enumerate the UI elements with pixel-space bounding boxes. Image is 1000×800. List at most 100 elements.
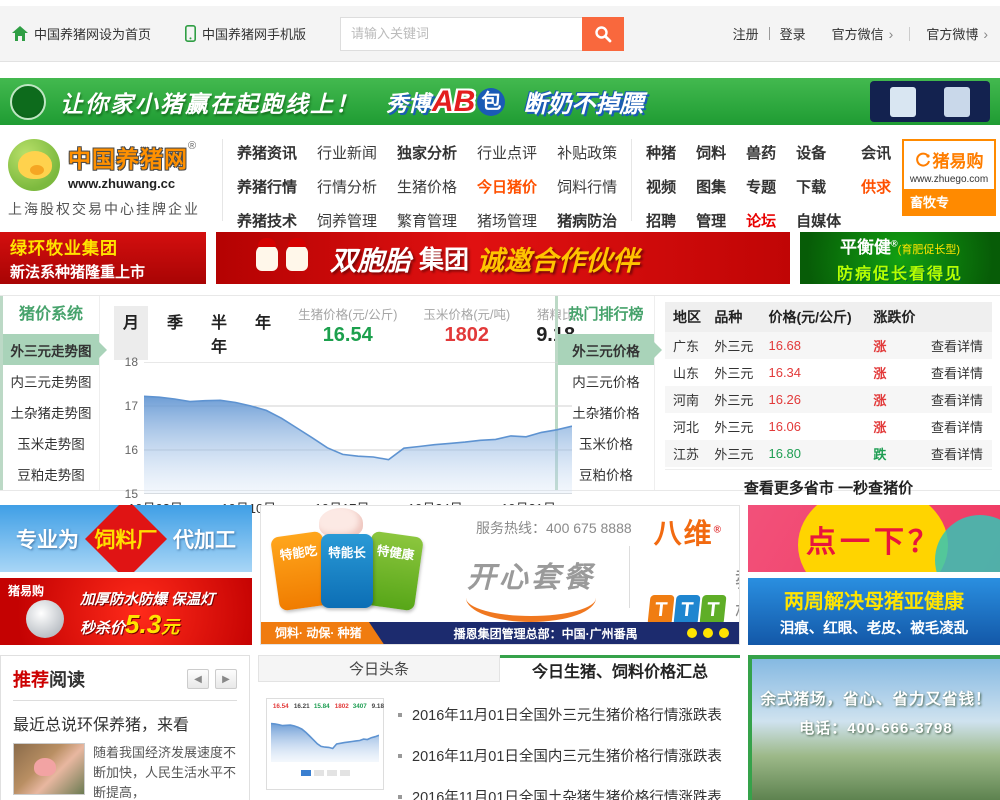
nav-link-item[interactable]: 会讯 xyxy=(861,142,891,163)
lvhuan-ad[interactable]: 绿环牧业集团 新法系种猪隆重上市 xyxy=(0,232,206,284)
tab-today-headlines[interactable]: 今日头条 xyxy=(258,655,500,682)
nav-link-item[interactable]: 自媒体 xyxy=(796,210,841,231)
y-axis-labels: 18 17 16 15 xyxy=(116,355,140,501)
view-detail-link[interactable]: 查看详情 xyxy=(931,366,983,381)
click-here-ad[interactable]: 点一下？ xyxy=(748,505,1000,572)
cell-link: 查看详情 xyxy=(922,440,992,467)
login-link[interactable]: 登录 xyxy=(780,24,806,43)
weibo-link[interactable]: 官方微博 › xyxy=(926,24,988,43)
nav-link-item[interactable]: 饲料行情 xyxy=(557,176,617,197)
nav-link-item[interactable]: 设备 xyxy=(796,142,841,163)
tab-price-summary[interactable]: 今日生猪、饲料价格汇总 xyxy=(500,655,740,682)
view-detail-link[interactable]: 查看详情 xyxy=(931,420,983,435)
nav-link-item[interactable]: 专题 xyxy=(746,176,776,197)
nav-link-item[interactable]: 招聘 xyxy=(646,210,676,231)
nav-link-item[interactable]: 种猪 xyxy=(646,142,676,163)
nav-link-item[interactable]: 猪场管理 xyxy=(477,210,537,231)
register-link[interactable]: 注册 xyxy=(733,24,759,43)
search-button[interactable] xyxy=(582,16,625,51)
stat-value: 16.54 xyxy=(322,324,373,346)
nav-link-item[interactable]: 管理 xyxy=(696,210,726,231)
nav-link-item[interactable]: 饲养管理 xyxy=(317,210,377,231)
nav-link-item[interactable]: 下载 xyxy=(796,176,841,197)
nav-link-item[interactable]: 猪病防治 xyxy=(557,210,617,231)
view-detail-link[interactable]: 查看详情 xyxy=(931,393,983,408)
article-title-link[interactable]: 最近总说环保养猪，来看 xyxy=(13,711,237,735)
nav-link-item[interactable]: 饲料 xyxy=(696,142,726,163)
nav-link-item[interactable]: 养猪行情 xyxy=(237,176,297,197)
chart-tab[interactable]: 年 xyxy=(246,306,280,360)
cell-price-value: 16.26 xyxy=(768,392,802,407)
nav-link-item[interactable]: 兽药 xyxy=(746,142,776,163)
chart-tab[interactable]: 季 xyxy=(158,306,192,360)
nav-link-item[interactable]: 补贴政策 xyxy=(557,142,617,163)
zhuego-shop-box[interactable]: 猪易购 www.zhuego.com 畜牧专 xyxy=(902,139,996,216)
mini-stats: 16.54 16.21 15.84 1802 3407 9.18 xyxy=(271,703,384,710)
sidebar-item[interactable]: 土杂猪走势图 xyxy=(3,396,99,427)
sidebar-item[interactable]: 内三元走势图 xyxy=(3,365,99,396)
twins-group-ad[interactable]: 双胞胎 集团 诚邀合作伙伴 xyxy=(216,232,790,284)
mobile-version-link[interactable]: 中国养猪网手机版 xyxy=(185,24,306,43)
nav-link-item[interactable]: 养猪资讯 xyxy=(237,142,297,163)
logo-block[interactable]: 中国养猪网® www.zhuwang.cc 上海股权交易中心挂牌企业 xyxy=(8,139,208,219)
sidebar-item[interactable]: 土杂猪价格 xyxy=(558,396,654,427)
heat-lamp-ad[interactable]: 猪易购 加厚防水防爆 保温灯 秒杀价5.3元 xyxy=(0,578,252,645)
more-provinces-link[interactable]: 查看更多省市 一秒查猪价 xyxy=(665,469,992,505)
nav-link-item[interactable]: 生猪价格 xyxy=(397,176,457,197)
mobile-version-label: 中国养猪网手机版 xyxy=(202,27,307,42)
feed-ad-part3: 代加工 xyxy=(173,528,236,552)
news-link[interactable]: 2016年11月01日全国土杂猪生猪价格行情涨跌表 xyxy=(398,786,722,800)
sidebar-item[interactable]: 豆粕走势图 xyxy=(3,459,99,490)
feed-ad-part2: 饲料厂 xyxy=(94,528,158,552)
farm-ad[interactable]: 余式猪场，省心、省力又省钱！ 电话：400-666-3798 xyxy=(748,655,1000,800)
twins-part2: 集团 xyxy=(419,246,470,274)
nav-link-item[interactable]: 行情分析 xyxy=(317,176,377,197)
top-banner-ad[interactable]: 让你家小猪赢在起跑线上！ 秀博 AB 包 断奶不掉膘 xyxy=(0,78,1000,125)
search-input[interactable] xyxy=(340,16,583,51)
sidebar-item[interactable]: 内三元价格 xyxy=(558,365,654,396)
mini-area-chart xyxy=(270,722,380,762)
nav-link-item[interactable]: 繁育管理 xyxy=(397,210,457,231)
sidebar-item[interactable]: 豆粕价格 xyxy=(558,459,654,490)
nav-link-item[interactable]: 供求 xyxy=(861,176,891,197)
cell-price: 16.68 xyxy=(760,332,866,359)
cell-link: 查看详情 xyxy=(923,359,992,386)
sow-health-ad[interactable]: 两周解决母猪亚健康 泪痕、红眼、老皮、被毛凌乱 xyxy=(748,578,1000,645)
bottom-row: 推荐阅读 ◀ ▶ 最近总说环保养猪，来看 随着我国经济发展速度不断加快，人民生活… xyxy=(0,655,1000,800)
nav-link-item[interactable]: 行业点评 xyxy=(477,142,537,163)
strip-center-label: 播恩集团管理总部：中国·广州番禺 xyxy=(453,626,638,641)
sidebar-item[interactable]: 玉米价格 xyxy=(558,428,654,459)
wechat-link[interactable]: 官方微信 › xyxy=(832,24,894,43)
view-detail-link[interactable]: 查看详情 xyxy=(931,447,983,462)
sidebar-item[interactable]: 外三元走势图 xyxy=(3,334,107,366)
feed-processing-ad[interactable]: 专业为 饲料厂 代加工 xyxy=(0,505,252,572)
sidebar-item-label: 豆粕走势图 xyxy=(17,468,85,484)
chart-tab[interactable]: 月 xyxy=(114,306,149,360)
pingHengJian-ad[interactable]: 平衡健®(育肥促长型) 防病促长看得见 xyxy=(800,232,1000,284)
hot-ranking-sidebar: 热门排行榜 外三元价格 内三元价格 土杂猪价格 玉米价格 豆粕价格 xyxy=(555,296,662,490)
nav-link-item[interactable]: 养猪技术 xyxy=(237,210,297,231)
nav-link-item[interactable]: 今日猪价 xyxy=(477,176,537,197)
prev-arrow-button[interactable]: ◀ xyxy=(187,669,209,689)
baen-group-ad[interactable]: 服务热线：400 675 8888 八维® 特能吃 特能长 特健康 开心套餐 TTT… xyxy=(260,505,740,645)
sidebar-item[interactable]: 玉米走势图 xyxy=(3,428,99,459)
search-icon xyxy=(595,25,612,42)
cell-trend-value: 涨 xyxy=(873,420,887,435)
sidebar-item[interactable]: 外三元价格 xyxy=(558,334,662,366)
nav-link-item[interactable]: 论坛 xyxy=(746,210,776,231)
nav-link-item[interactable]: 行业新闻 xyxy=(317,142,377,163)
nav-link-item[interactable]: 视频 xyxy=(646,176,676,197)
mini-chart-thumbnail[interactable]: 16.54 16.21 15.84 1802 3407 9.18 xyxy=(266,698,384,790)
news-link[interactable]: 2016年11月01日全国外三元生猪价格行情涨跌表 xyxy=(398,704,722,725)
news-link-label: 2016年11月01日全国内三元生猪价格行情涨跌表 xyxy=(412,749,722,765)
chart-tab[interactable]: 半年 xyxy=(202,306,236,360)
twins-part3: 诚邀合作伙伴 xyxy=(477,245,640,276)
nav-link-item[interactable]: 独家分析 xyxy=(397,142,457,163)
set-home-link[interactable]: 中国养猪网设为首页 xyxy=(12,24,151,43)
news-link[interactable]: 2016年11月01日全国内三元生猪价格行情涨跌表 xyxy=(398,745,722,766)
article-thumbnail[interactable] xyxy=(13,743,85,795)
pig-mascot-icon xyxy=(256,238,278,271)
view-detail-link[interactable]: 查看详情 xyxy=(931,339,983,354)
next-arrow-button[interactable]: ▶ xyxy=(215,669,237,689)
nav-link-item[interactable]: 图集 xyxy=(696,176,726,197)
